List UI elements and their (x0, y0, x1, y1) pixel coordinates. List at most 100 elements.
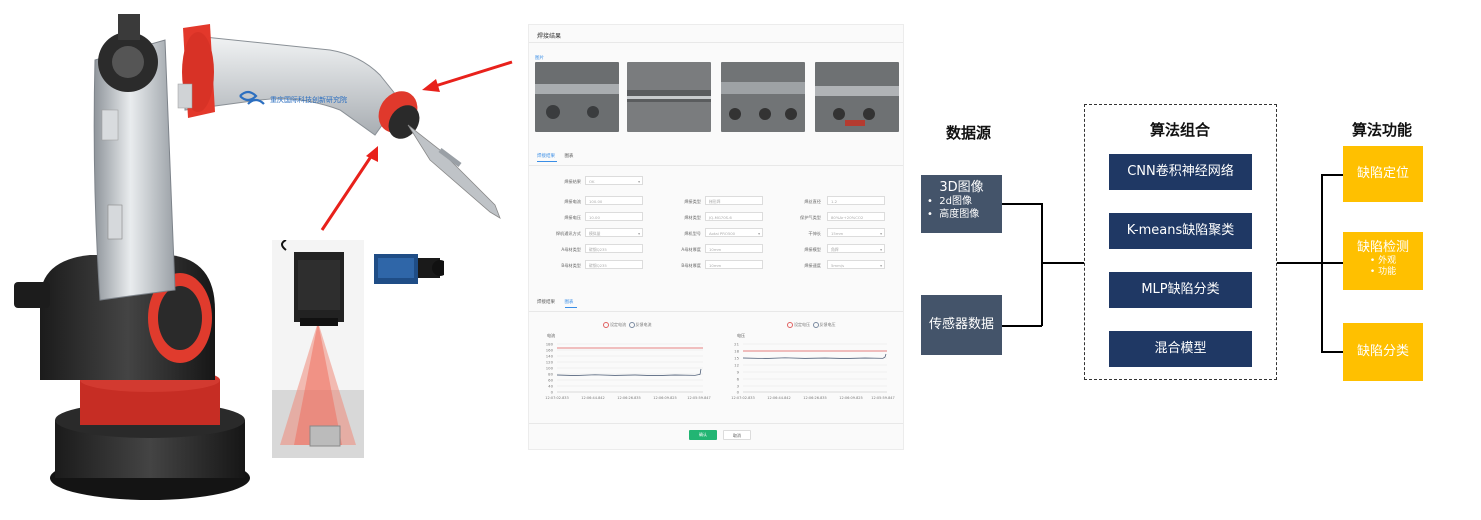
y-tick: 9 (737, 370, 740, 375)
y-tick: 80 (548, 372, 553, 377)
source-3d-item: • 高度图像 (927, 209, 980, 220)
weld-voltage-field[interactable]: 10.00 (585, 212, 643, 221)
connector (1321, 351, 1343, 353)
y-tick: 3 (737, 384, 740, 389)
weld-image-thumbnail[interactable] (627, 62, 711, 132)
connector (1321, 174, 1343, 176)
current-chart-grid (557, 343, 703, 393)
y-tick: 100 (546, 366, 554, 371)
x-tick: 12:05:59.847 (687, 396, 711, 400)
shield-gas-field[interactable]: 80%Ar+20%CO2 (827, 212, 885, 221)
algo-cnn-box: CNN卷积神经网络 (1109, 154, 1252, 190)
y-tick: 18 (734, 349, 739, 354)
algo-mlp-box: MLP缺陷分类 (1109, 272, 1252, 308)
voltage-y-ticks: 21 18 15 12 9 6 3 0 (734, 342, 739, 395)
cancel-button[interactable]: 取消 (723, 430, 751, 440)
base-b-type-field[interactable]: 碳钢Q235 (585, 260, 643, 269)
field-label: 焊机通讯方式 (555, 231, 581, 236)
voltage-x-ticks: 12:07:02.833 12:06:44.842 12:06:26.835 1… (731, 396, 895, 400)
x-tick: 12:06:26.835 (803, 396, 827, 400)
weld-current-field[interactable]: 100.00 (585, 196, 643, 205)
y-tick: 12 (734, 363, 739, 368)
func-detect-item-label: 外观 (1378, 256, 1397, 266)
tab-chart[interactable]: 图表 (564, 154, 573, 159)
field-label: 焊丝直径 (804, 199, 821, 204)
wire-material-field[interactable]: JQ-MG70S-6 (705, 212, 763, 221)
stickout-select[interactable]: 15mm (827, 228, 885, 238)
voltage-chart: 21 18 15 12 9 6 3 0 12:07:02.833 12:06:4… (731, 342, 895, 401)
func-detect-title: 缺陷检测 (1356, 240, 1409, 255)
field-label: A母材厚度 (681, 247, 701, 252)
arrow-sensor-to-torch (320, 146, 378, 231)
base-a-thickness-field[interactable]: 10mm (705, 244, 763, 253)
active-tab-indicator (565, 307, 577, 308)
divider (529, 423, 903, 424)
weld-image-thumbnail[interactable] (535, 62, 619, 132)
divider (529, 311, 903, 312)
divider (529, 42, 903, 43)
legend-feedback-current: 反馈电流 (635, 322, 652, 327)
weld-type-field[interactable]: 梯形焊 (705, 196, 763, 205)
func-defect-classify-box: 缺陷分类 (1343, 323, 1423, 381)
connector (1002, 325, 1042, 327)
legend-marker (603, 322, 609, 328)
field-label: 焊接电压 (564, 215, 581, 220)
source-sensor-box: 传感器数据 (921, 295, 1002, 355)
base-b-thickness-field[interactable]: 10mm (705, 260, 763, 269)
x-tick: 12:06:09.825 (653, 396, 677, 400)
tab-weld-result[interactable]: 焊接结果 (537, 154, 555, 159)
x-tick: 12:05:59.847 (871, 396, 895, 400)
current-y-ticks: 180 160 140 120 100 80 60 40 0 (546, 342, 554, 395)
connector (1041, 203, 1043, 326)
x-tick: 12:06:26.835 (617, 396, 641, 400)
connector (1002, 203, 1042, 205)
y-tick: 0 (737, 390, 740, 395)
voltage-chart-legend: 设定电压 反馈电压 (787, 322, 836, 328)
welder-model-select[interactable]: Aotai PRO500 (705, 228, 763, 238)
y-tick: 160 (546, 348, 554, 353)
tab-weld-result-lower[interactable]: 焊接结果 (537, 300, 555, 305)
welder-comm-select[interactable]: 模拟量 (585, 228, 643, 238)
weld-speed-select[interactable]: 5mm/s (827, 260, 885, 270)
func-defect-detect-box: 缺陷检测 • 外观 • 功能 (1343, 232, 1423, 290)
x-tick: 12:07:02.833 (545, 396, 569, 400)
legend-marker (787, 322, 793, 328)
wire-diameter-field[interactable]: 1.2 (827, 196, 885, 205)
x-tick: 12:06:44.842 (767, 396, 791, 400)
y-tick: 6 (737, 377, 740, 382)
current-chart: 180 160 140 120 100 80 60 40 0 12:07:02.… (545, 342, 711, 401)
field-label: 焊接速度 (804, 263, 821, 268)
weld-image-thumbnail[interactable] (815, 62, 899, 132)
confirm-button[interactable]: 确认 (689, 430, 717, 440)
y-tick: 0 (551, 390, 554, 395)
legend-set-current: 设定电流 (610, 322, 626, 327)
arrow-to-torch (422, 60, 513, 92)
robot-wrist (378, 91, 501, 219)
chart-tabs: 焊接结果 图表 (537, 299, 581, 305)
field-label: 焊接电流 (564, 199, 581, 204)
algorithm-function-header: 算法功能 (1352, 121, 1413, 139)
field-label: 干伸长 (808, 231, 821, 236)
legend-marker (628, 322, 635, 328)
y-tick: 140 (546, 354, 554, 359)
base-a-type-field[interactable]: 碳钢Q235 (585, 244, 643, 253)
industrial-camera-image (374, 254, 444, 284)
func-detect-item: • 功能 (1369, 267, 1397, 277)
func-detect-item: • 外观 (1369, 256, 1397, 266)
x-tick: 12:06:44.842 (581, 396, 605, 400)
legend-feedback-voltage: 反馈电压 (819, 322, 836, 327)
connector (1041, 262, 1084, 264)
connector (1321, 262, 1343, 264)
x-tick: 12:06:09.825 (839, 396, 863, 400)
y-tick: 120 (546, 360, 554, 365)
func-defect-locate-box: 缺陷定位 (1343, 146, 1423, 202)
algo-kmeans-box: K-means缺陷聚类 (1109, 213, 1252, 249)
weld-image-thumbnail[interactable] (721, 62, 805, 132)
weld-model-select[interactable]: 角焊 (827, 244, 885, 254)
field-label: 焊材类型 (684, 215, 701, 220)
y-tick: 15 (734, 356, 739, 361)
field-label: 焊接模型 (804, 247, 821, 252)
tab-chart-lower[interactable]: 图表 (564, 300, 573, 305)
images-label: 图片 (535, 56, 544, 61)
weld-result-select[interactable]: OK (585, 176, 643, 186)
